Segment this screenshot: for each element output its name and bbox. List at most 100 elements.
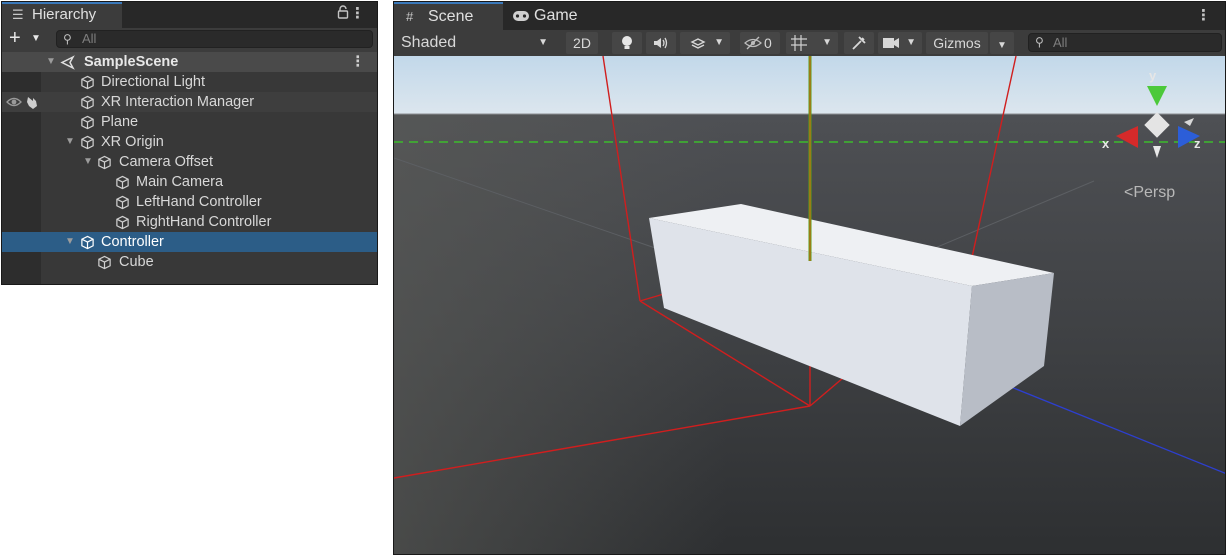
tree-row-label: Directional Light [101, 74, 205, 90]
tree-row-xr-interaction-manager[interactable]: XR Interaction Manager [2, 92, 377, 112]
tree-row-main-camera[interactable]: Main Camera [2, 172, 377, 192]
scene-tab-bar: # Scene Game ⋮ [394, 2, 1225, 30]
chevron-down-icon: ▼ [31, 33, 41, 44]
panel-menu-icon[interactable]: ⋮ [350, 4, 365, 22]
speaker-icon [653, 37, 669, 53]
tree-row-label: XR Interaction Manager [101, 94, 255, 110]
gameobject-cube-icon [97, 155, 112, 170]
gameobject-cube-icon [80, 135, 95, 150]
scene-menu-icon[interactable]: ⋮ [351, 52, 366, 72]
unity-scene-icon [60, 55, 75, 70]
gameobject-cube-icon [80, 235, 95, 250]
hierarchy-panel: ☰ Hierarchy ⋮ + ▼ ⚲ All ▼ SampleScene ⋮ [1, 1, 378, 285]
gamepad-icon [512, 2, 530, 32]
tree-row-label: XR Origin [101, 134, 164, 150]
effects-dropdown[interactable]: ▼ [680, 32, 730, 54]
toggle-2d-button[interactable]: 2D [566, 32, 598, 54]
camera-icon [882, 32, 900, 55]
tree-row-label: Plane [101, 114, 139, 130]
expand-arrow-icon[interactable]: ▼ [83, 152, 93, 172]
tree-row-directional-light[interactable]: Directional Light [2, 72, 377, 92]
gameobject-cube-icon [80, 95, 95, 110]
visibility-eye-icon[interactable] [6, 94, 22, 110]
gizmos-dropdown[interactable]: ▼ [990, 32, 1014, 54]
chevron-down-icon: ▼ [538, 37, 548, 48]
hierarchy-search-input[interactable]: ⚲ All [56, 30, 373, 48]
search-placeholder: All [1053, 35, 1068, 50]
tree-row-label: RightHand Controller [136, 214, 272, 230]
camera-settings-dropdown[interactable]: ▼ [878, 32, 922, 54]
lock-icon[interactable] [337, 5, 349, 22]
search-placeholder: All [82, 31, 97, 46]
scene-toolbar: Shaded ▼ 2D ▼ 0 ▼ ▼ Gizmos ▼ ⚲ All [394, 30, 1225, 56]
tree-row-samplescene[interactable]: ▼ SampleScene ⋮ [2, 52, 377, 72]
scene-tools-button[interactable] [844, 32, 874, 54]
tab-game[interactable]: Game [508, 2, 598, 30]
hierarchy-tab-bar: ☰ Hierarchy ⋮ [2, 2, 377, 28]
gameobject-cube-icon [115, 175, 130, 190]
chevron-left-icon: < [1124, 184, 1134, 201]
tree-row-label: Controller [101, 234, 164, 250]
hidden-objects-toggle[interactable]: 0 [740, 32, 780, 54]
tree-row-plane[interactable]: Plane [2, 112, 377, 132]
gizmo-y-label: y [1149, 68, 1157, 83]
tree-row-label: Cube [119, 254, 154, 270]
tab-hierarchy[interactable]: ☰ Hierarchy [2, 2, 122, 28]
chevron-down-icon: ▼ [714, 37, 724, 48]
chevron-down-icon: ▼ [822, 37, 832, 48]
tab-scene[interactable]: # Scene [394, 2, 503, 30]
search-icon: ⚲ [63, 32, 72, 46]
projection-label: Persp [1133, 184, 1176, 201]
expand-arrow-icon[interactable]: ▼ [65, 232, 75, 252]
tree-row-label: Main Camera [136, 174, 224, 190]
scene-render [394, 56, 1225, 554]
draw-mode-dropdown[interactable]: Shaded ▼ [394, 32, 554, 54]
list-icon: ☰ [12, 7, 24, 22]
audio-toggle-button[interactable] [646, 32, 676, 54]
scene-viewport[interactable]: y x z <Persp [394, 56, 1225, 554]
gameobject-cube-icon [115, 215, 130, 230]
tree-row-camera-offset[interactable]: ▼ Camera Offset [2, 152, 377, 172]
grid-snap-icon [790, 32, 808, 57]
scene-view-panel: # Scene Game ⋮ Shaded ▼ 2D ▼ 0 ▼ ▼ Gizmo… [393, 1, 1226, 555]
effects-layers-icon [690, 37, 706, 53]
tree-row-controller[interactable]: ▼ Controller [2, 232, 377, 252]
plus-icon: + [9, 27, 21, 49]
lighting-toggle-button[interactable] [612, 32, 642, 54]
tab-hierarchy-label: Hierarchy [32, 6, 97, 23]
chevron-down-icon: ▼ [906, 37, 916, 48]
tree-row-label: LeftHand Controller [136, 194, 262, 210]
gameobject-cube-icon [80, 75, 95, 90]
tree-row-lefthand-controller[interactable]: LeftHand Controller [2, 192, 377, 212]
draw-mode-label: Shaded [401, 34, 457, 51]
grid-icon: # [406, 9, 414, 24]
gizmo-z-label: z [1194, 136, 1201, 151]
projection-toggle[interactable]: <Persp [1124, 184, 1175, 202]
gizmo-x-label: x [1102, 136, 1110, 151]
tree-row-xr-origin[interactable]: ▼ XR Origin [2, 132, 377, 152]
eye-slash-icon [744, 32, 762, 56]
tree-row-label: Camera Offset [119, 154, 214, 170]
gizmos-label: Gizmos [933, 35, 981, 51]
search-icon: ⚲ [1035, 35, 1044, 49]
chevron-down-icon: ▼ [997, 40, 1007, 51]
expand-arrow-icon[interactable]: ▼ [46, 52, 56, 72]
tab-scene-label: Scene [428, 8, 474, 25]
expand-arrow-icon[interactable]: ▼ [65, 132, 75, 152]
gameobject-cube-icon [115, 195, 130, 210]
tree-row-cube[interactable]: Cube [2, 252, 377, 272]
toggle-2d-label: 2D [573, 35, 591, 51]
hierarchy-toolbar: + ▼ ⚲ All [2, 28, 377, 52]
gizmos-toggle-button[interactable]: Gizmos [926, 32, 988, 54]
gameobject-cube-icon [80, 115, 95, 130]
scene-search-input[interactable]: ⚲ All [1028, 33, 1222, 52]
pickable-hand-icon[interactable] [24, 94, 40, 110]
tab-game-label: Game [534, 7, 578, 24]
grid-snapping-dropdown[interactable]: ▼ [786, 32, 838, 54]
tree-row-righthand-controller[interactable]: RightHand Controller [2, 212, 377, 232]
create-button[interactable]: + ▼ [9, 28, 45, 50]
hidden-count: 0 [764, 35, 772, 51]
tree-row-label: SampleScene [84, 54, 179, 70]
hierarchy-tree: ▼ SampleScene ⋮ Directional Light XR Int… [2, 52, 377, 284]
panel-menu-icon[interactable]: ⋮ [1196, 6, 1211, 24]
